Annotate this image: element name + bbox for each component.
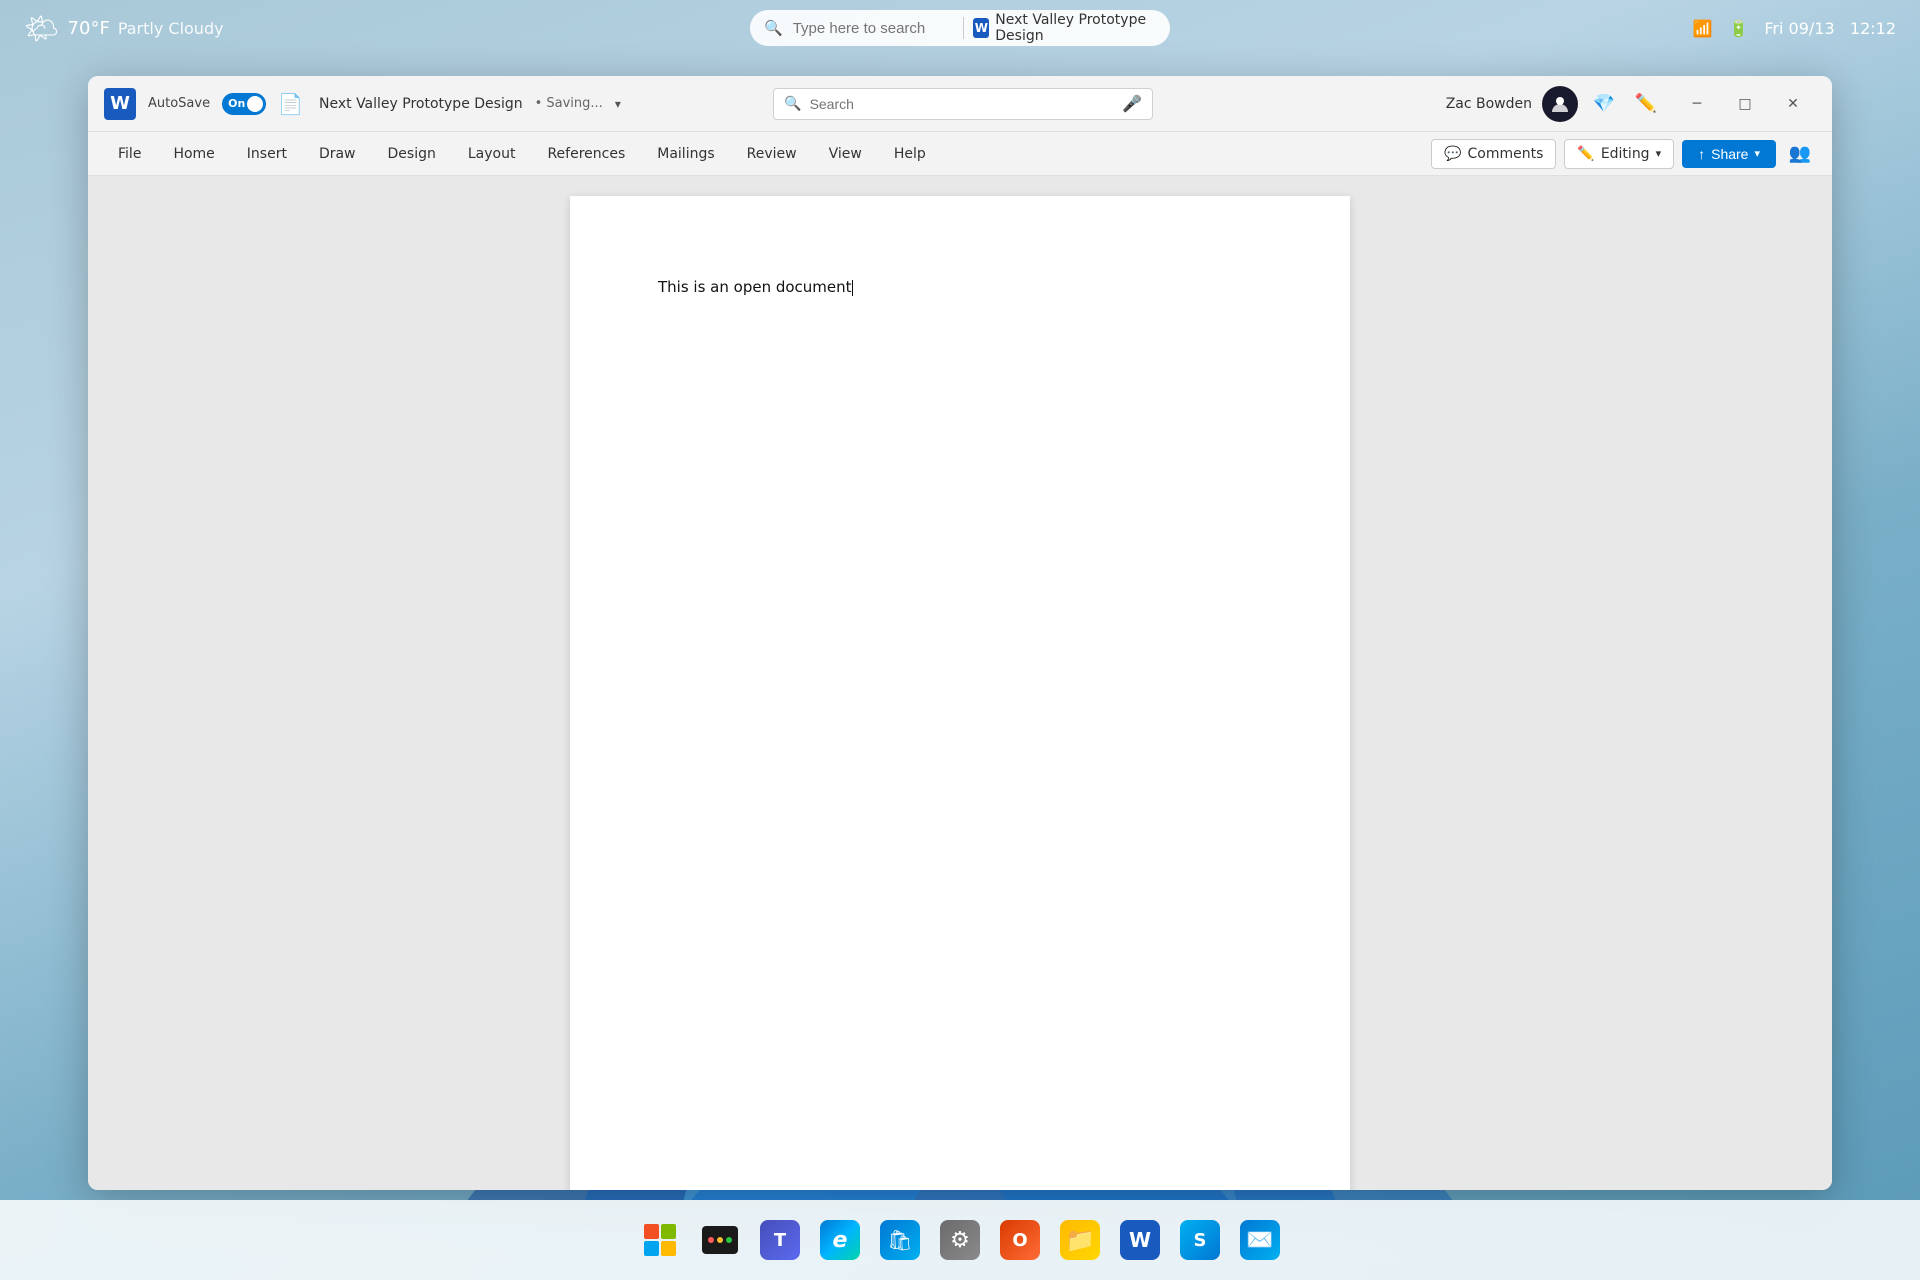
datetime: Fri 09/13 12:12 xyxy=(1764,19,1896,38)
maximize-button[interactable]: □ xyxy=(1722,88,1768,120)
taskbar-icon-explorer[interactable]: 📁 xyxy=(1054,1214,1106,1266)
search-icon: 🔍 xyxy=(764,19,783,37)
mic-icon[interactable]: 🎤 xyxy=(1122,94,1142,113)
share-label: Share xyxy=(1711,146,1748,162)
menu-item-mailings[interactable]: Mailings xyxy=(643,140,728,168)
user-avatar[interactable] xyxy=(1542,86,1578,122)
taskbar-icon-settings[interactable]: ⚙ xyxy=(934,1214,986,1266)
menu-item-home[interactable]: Home xyxy=(159,140,228,168)
taskbar-icon-word[interactable]: W xyxy=(1114,1214,1166,1266)
taskbar-icon-terminal[interactable] xyxy=(694,1214,746,1266)
document-content: This is an open document xyxy=(658,276,1262,299)
autosave-on-label: On xyxy=(228,97,245,110)
comments-button[interactable]: 💬 Comments xyxy=(1431,139,1556,169)
menu-item-insert[interactable]: Insert xyxy=(233,140,301,168)
menu-item-design[interactable]: Design xyxy=(374,140,450,168)
weather-temperature: 70°F xyxy=(68,18,110,39)
taskbar-icon-skype[interactable]: S xyxy=(1174,1214,1226,1266)
time: 12:12 xyxy=(1850,19,1896,38)
pen-icon[interactable]: ✏️ xyxy=(1630,88,1662,120)
doc-title: Next Valley Prototype Design xyxy=(319,96,523,112)
title-search-bar[interactable]: 🔍 🎤 xyxy=(773,88,1153,120)
text-cursor xyxy=(852,280,853,296)
edit-icon: ✏️ xyxy=(1577,146,1594,162)
window-controls: ─ □ ✕ xyxy=(1674,88,1816,120)
taskbar-icon-start[interactable] xyxy=(634,1214,686,1266)
doc-save-status: • Saving... xyxy=(535,96,603,111)
battery-icon: 🔋 xyxy=(1728,19,1748,38)
editing-chevron: ▾ xyxy=(1656,147,1662,160)
menu-item-layout[interactable]: Layout xyxy=(454,140,530,168)
title-search-input[interactable] xyxy=(810,96,1115,112)
system-tray: 📶 🔋 Fri 09/13 12:12 xyxy=(1693,19,1896,38)
title-bar: W AutoSave On 📄 Next Valley Prototype De… xyxy=(88,76,1832,132)
weather-icon: 🌤 xyxy=(24,12,60,45)
word-logo: W xyxy=(104,88,136,120)
taskbar-icon-store[interactable]: 🛍 xyxy=(874,1214,926,1266)
share-chevron: ▾ xyxy=(1754,147,1760,160)
taskbar-doc-title: Next Valley Prototype Design xyxy=(995,12,1156,44)
toolbar-right: 💬 Comments ✏️ Editing ▾ ↑ Share ▾ 👥 xyxy=(1431,138,1816,170)
menu-item-references[interactable]: References xyxy=(533,140,639,168)
date: Fri 09/13 xyxy=(1764,19,1834,38)
comments-label: Comments xyxy=(1467,146,1543,162)
weather-condition: Partly Cloudy xyxy=(118,19,224,38)
minimize-button[interactable]: ─ xyxy=(1674,88,1720,120)
user-area: Zac Bowden 💎 ✏️ xyxy=(1446,86,1662,122)
search-divider xyxy=(963,17,964,39)
taskbar-search-app: W Next Valley Prototype Design xyxy=(973,12,1156,44)
menu-item-review[interactable]: Review xyxy=(733,140,811,168)
document-area[interactable]: This is an open document xyxy=(88,176,1832,1190)
menu-bar: File Home Insert Draw Design Layout Refe… xyxy=(88,132,1832,176)
taskbar: T e 🛍 ⚙ O 📁 W S ✉️ xyxy=(0,1200,1920,1280)
doc-dropdown-icon[interactable]: ▾ xyxy=(615,97,621,111)
search-icon-title: 🔍 xyxy=(784,96,801,112)
menu-item-draw[interactable]: Draw xyxy=(305,140,370,168)
document-page[interactable]: This is an open document xyxy=(570,196,1350,1190)
share-icon: ↑ xyxy=(1698,146,1705,162)
autosave-toggle[interactable]: On xyxy=(222,93,266,115)
taskbar-icon-office[interactable]: O xyxy=(994,1214,1046,1266)
close-button[interactable]: ✕ xyxy=(1770,88,1816,120)
menu-item-view[interactable]: View xyxy=(815,140,876,168)
taskbar-icon-edge[interactable]: e xyxy=(814,1214,866,1266)
word-icon-taskbar: W xyxy=(973,18,989,38)
share-button[interactable]: ↑ Share ▾ xyxy=(1682,140,1776,168)
taskbar-search-bar[interactable]: 🔍 W Next Valley Prototype Design xyxy=(750,10,1170,46)
doc-icon: 📄 xyxy=(278,92,303,116)
editing-button[interactable]: ✏️ Editing ▾ xyxy=(1564,139,1674,169)
wifi-icon: 📶 xyxy=(1693,19,1713,38)
autosave-label: AutoSave xyxy=(148,96,210,111)
search-input[interactable] xyxy=(793,20,953,37)
comment-icon: 💬 xyxy=(1444,146,1461,162)
menu-item-help[interactable]: Help xyxy=(880,140,940,168)
weather-widget[interactable]: 🌤 70°F Partly Cloudy xyxy=(24,12,224,45)
collaborate-button[interactable]: 👥 xyxy=(1784,138,1816,170)
user-name: Zac Bowden xyxy=(1446,96,1532,112)
diamond-icon[interactable]: 💎 xyxy=(1588,88,1620,120)
editing-label: Editing xyxy=(1601,146,1650,162)
system-bar: 🌤 70°F Partly Cloudy 🔍 W Next Valley Pro… xyxy=(0,0,1920,56)
word-window: W AutoSave On 📄 Next Valley Prototype De… xyxy=(88,76,1832,1190)
toggle-thumb xyxy=(247,96,263,112)
menu-item-file[interactable]: File xyxy=(104,140,155,168)
taskbar-icon-teams[interactable]: T xyxy=(754,1214,806,1266)
taskbar-icon-mail[interactable]: ✉️ xyxy=(1234,1214,1286,1266)
